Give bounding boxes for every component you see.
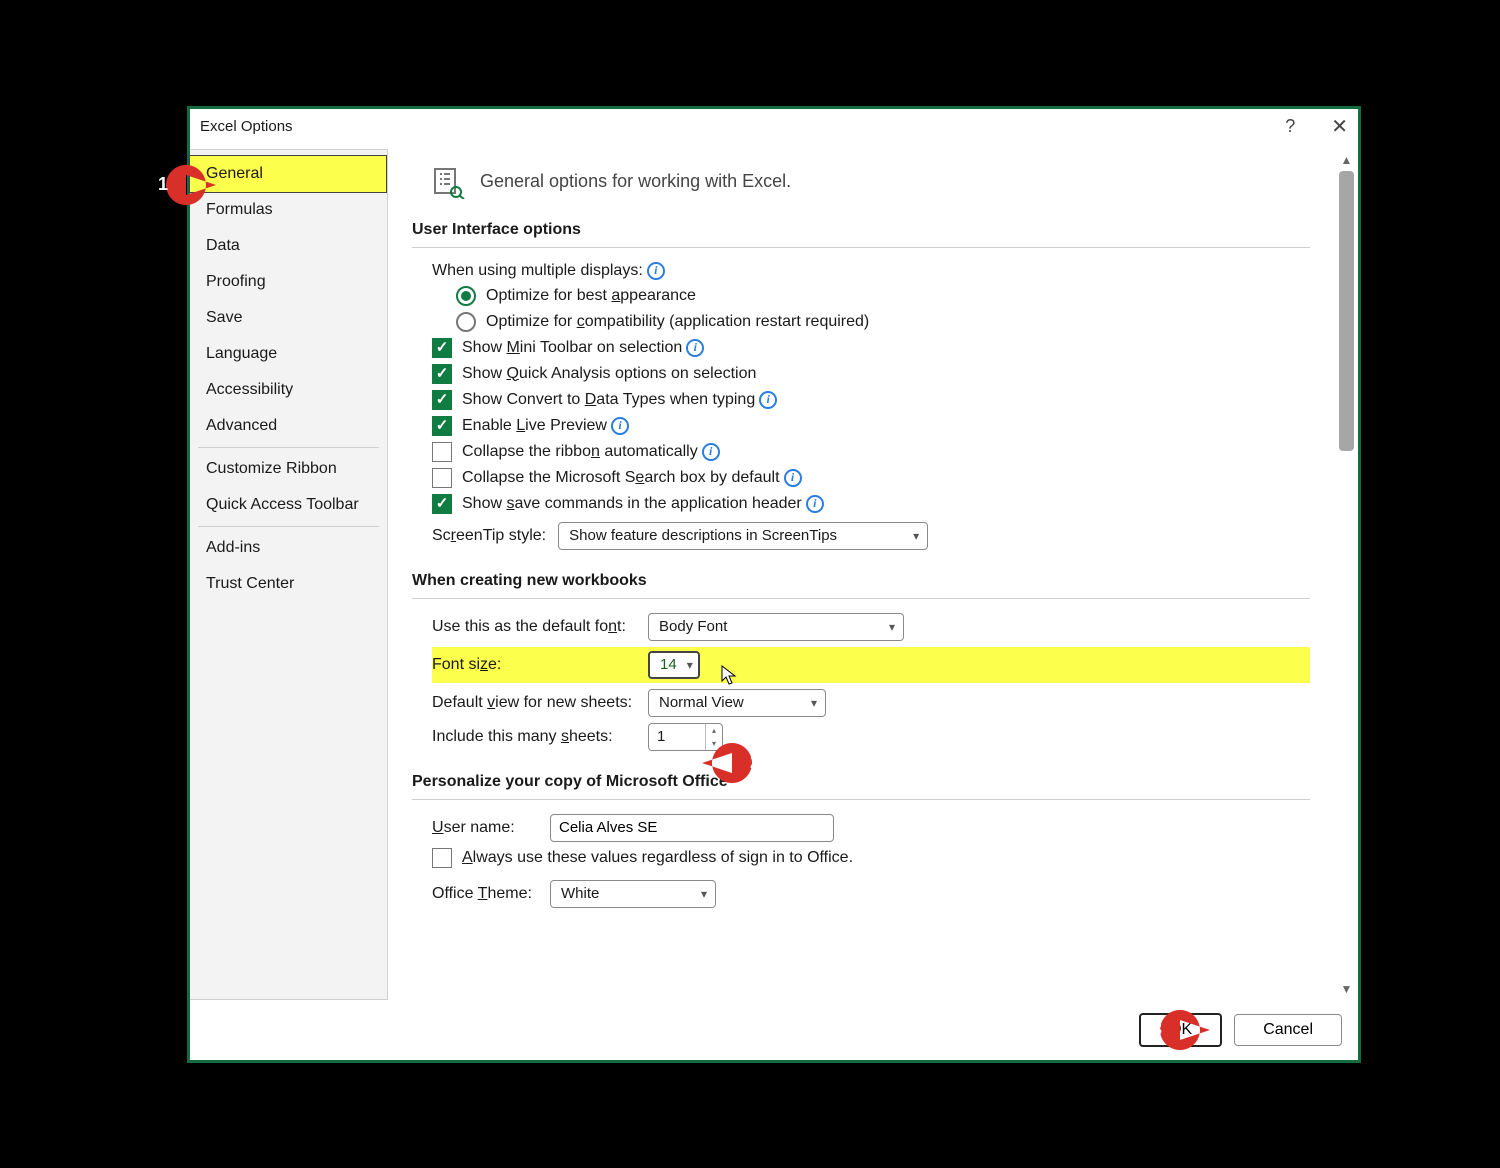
spin-down-icon[interactable]: ▾ [706, 737, 722, 750]
sidebar-item-data[interactable]: Data [190, 228, 387, 264]
page-header-text: General options for working with Excel. [480, 171, 791, 192]
sidebar-item-quick-access-toolbar[interactable]: Quick Access Toolbar [190, 487, 387, 523]
checkbox-icon [432, 848, 452, 868]
default-view-select[interactable]: Normal View ▾ [648, 689, 826, 717]
excel-options-dialog: Excel Options ? ✕ General Formulas Data … [187, 106, 1361, 1063]
sidebar-item-formulas[interactable]: Formulas [190, 192, 387, 228]
section-rule [412, 247, 1310, 248]
sidebar-item-proofing[interactable]: Proofing [190, 264, 387, 300]
checkbox-icon [432, 494, 452, 514]
vertical-scrollbar[interactable]: ▲ ▼ [1334, 149, 1358, 1000]
scroll-down-icon[interactable]: ▼ [1335, 978, 1358, 1000]
general-options-icon [432, 165, 466, 199]
screentip-style-select[interactable]: Show feature descriptions in ScreenTips … [558, 522, 928, 550]
checkbox-icon [432, 442, 452, 462]
info-icon[interactable]: i [784, 469, 802, 487]
include-sheets-row: Include this many sheets: 1 ▴ ▾ [412, 723, 1310, 751]
section-rule [412, 598, 1310, 599]
scroll-thumb[interactable] [1339, 171, 1354, 451]
checkbox-quick-analysis[interactable]: Show Quick Analysis options on selection [412, 364, 1310, 384]
info-icon[interactable]: i [759, 391, 777, 409]
section-title-ui-options: User Interface options [412, 221, 1310, 239]
cursor-icon [720, 665, 738, 691]
checkbox-data-types[interactable]: Show Convert to Data Types when typing i [412, 390, 1310, 410]
info-icon[interactable]: i [647, 262, 665, 280]
checkbox-icon [432, 364, 452, 384]
chevron-down-icon: ▾ [811, 696, 817, 710]
radio-optimize-compatibility[interactable]: Optimize for compatibility (application … [412, 312, 1310, 332]
checkbox-icon [432, 390, 452, 410]
section-title-new-workbooks: When creating new workbooks [412, 572, 1310, 590]
cancel-button[interactable]: Cancel [1234, 1014, 1342, 1046]
default-font-row: Use this as the default font: Body Font … [412, 613, 1310, 641]
checkbox-icon [432, 338, 452, 358]
sidebar-item-customize-ribbon[interactable]: Customize Ribbon [190, 451, 387, 487]
info-icon[interactable]: i [686, 339, 704, 357]
radio-icon [456, 312, 476, 332]
chevron-down-icon: ▾ [701, 887, 707, 901]
user-name-row: User name: [412, 814, 1310, 842]
sidebar-item-general[interactable]: General [189, 155, 387, 193]
titlebar: Excel Options ? ✕ [190, 109, 1358, 149]
checkbox-collapse-ribbon[interactable]: Collapse the ribbon automatically i [412, 442, 1310, 462]
checkbox-collapse-search[interactable]: Collapse the Microsoft Search box by def… [412, 468, 1310, 488]
default-font-select[interactable]: Body Font ▾ [648, 613, 904, 641]
dialog-title: Excel Options [200, 118, 293, 135]
checkbox-icon [432, 468, 452, 488]
page-header: General options for working with Excel. [432, 165, 1310, 199]
sidebar-item-accessibility[interactable]: Accessibility [190, 372, 387, 408]
scroll-up-icon[interactable]: ▲ [1335, 149, 1358, 171]
checkbox-icon [432, 416, 452, 436]
multi-display-label: When using multiple displays: i [412, 262, 1310, 280]
checkbox-live-preview[interactable]: Enable Live Preview i [412, 416, 1310, 436]
content-pane: General options for working with Excel. … [388, 149, 1358, 1000]
include-sheets-spinner[interactable]: 1 ▴ ▾ [648, 723, 723, 751]
sidebar-divider [198, 526, 379, 527]
user-name-input[interactable] [550, 814, 834, 842]
checkbox-show-save-commands[interactable]: Show save commands in the application he… [412, 494, 1310, 514]
font-size-row: Font size: 14 ▾ [432, 647, 1310, 683]
screentip-style-row: ScreenTip style: Show feature descriptio… [412, 522, 1310, 550]
sidebar-item-language[interactable]: Language [190, 336, 387, 372]
checkbox-always-values[interactable]: Always use these values regardless of si… [412, 848, 1310, 868]
info-icon[interactable]: i [702, 443, 720, 461]
office-theme-select[interactable]: White ▾ [550, 880, 716, 908]
info-icon[interactable]: i [806, 495, 824, 513]
office-theme-row: Office Theme: White ▾ [412, 880, 1310, 908]
chevron-down-icon: ▾ [889, 620, 895, 634]
section-rule [412, 799, 1310, 800]
dialog-footer: OK Cancel [190, 1000, 1358, 1060]
radio-optimize-appearance[interactable]: Optimize for best appearance [412, 286, 1310, 306]
checkbox-mini-toolbar[interactable]: Show Mini Toolbar on selection i [412, 338, 1310, 358]
section-title-personalize: Personalize your copy of Microsoft Offic… [412, 773, 1310, 791]
help-icon[interactable]: ? [1285, 116, 1295, 137]
sidebar-item-save[interactable]: Save [190, 300, 387, 336]
sidebar-divider [198, 447, 379, 448]
sidebar-item-advanced[interactable]: Advanced [190, 408, 387, 444]
chevron-down-icon: ▾ [687, 658, 693, 672]
chevron-down-icon: ▾ [913, 529, 919, 543]
radio-icon [456, 286, 476, 306]
ok-button[interactable]: OK [1139, 1013, 1222, 1047]
spin-up-icon[interactable]: ▴ [706, 724, 722, 737]
sidebar-item-trust-center[interactable]: Trust Center [190, 566, 387, 602]
sidebar: General Formulas Data Proofing Save Lang… [190, 149, 388, 1000]
close-icon[interactable]: ✕ [1331, 114, 1348, 139]
default-view-row: Default view for new sheets: Normal View… [412, 689, 1310, 717]
font-size-select[interactable]: 14 ▾ [648, 651, 700, 679]
info-icon[interactable]: i [611, 417, 629, 435]
sidebar-item-addins[interactable]: Add-ins [190, 530, 387, 566]
